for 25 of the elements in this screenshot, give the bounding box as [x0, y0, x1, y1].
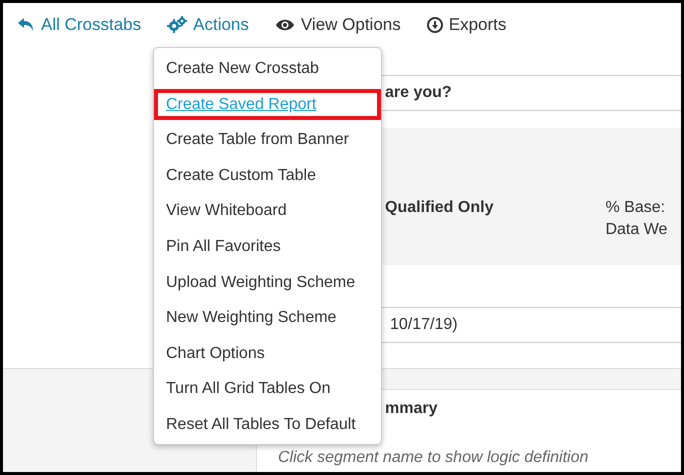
eye-icon — [274, 18, 295, 32]
toolbar-button[interactable]: Exports — [426, 15, 506, 35]
menu-item[interactable]: Create Custom Table — [154, 158, 381, 194]
toolbar-button[interactable]: Actions — [167, 15, 249, 35]
menu-item[interactable]: New Weighting Scheme — [154, 300, 381, 336]
back-arrow-icon — [17, 17, 35, 33]
summary-heading: mmary — [385, 400, 438, 417]
menu-item[interactable]: View Whiteboard — [154, 193, 381, 229]
base-label: Data We — [605, 221, 668, 239]
toolbar-button[interactable]: All Crosstabs — [17, 15, 142, 35]
date-range-text: 10/17/19) — [390, 316, 458, 334]
question-text: are you? — [385, 84, 452, 102]
summary-hint: Click segment name to show logic definition — [278, 449, 588, 466]
menu-item[interactable]: Chart Options — [154, 336, 381, 372]
filter-label: Qualified Only — [385, 199, 494, 217]
menu-item[interactable]: Pin All Favorites — [154, 228, 381, 265]
menu-item[interactable]: Turn All Grid Tables On — [154, 371, 381, 407]
base-label: % Base: — [605, 199, 666, 217]
gears-icon — [167, 16, 188, 34]
menu-item[interactable]: Create New Crosstab — [154, 51, 381, 87]
menu-item[interactable]: Create Table from Banner — [154, 122, 381, 158]
menu-item[interactable]: Reset All Tables To Default — [154, 406, 381, 443]
download-icon — [426, 17, 443, 33]
toolbar-button[interactable]: View Options — [274, 15, 401, 35]
menu-item[interactable]: Upload Weighting Scheme — [154, 264, 381, 300]
